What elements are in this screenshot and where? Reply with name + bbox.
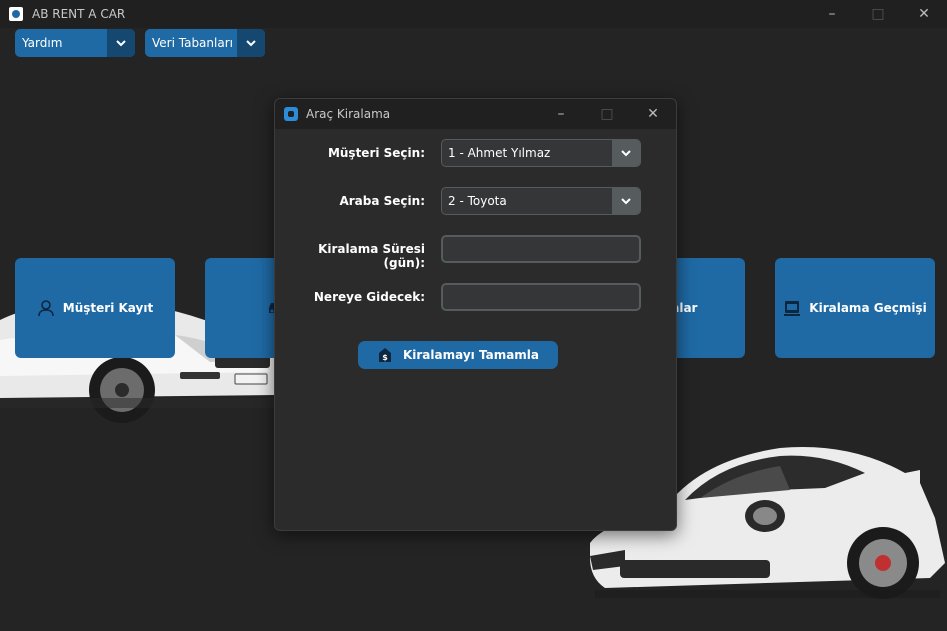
dialog-controls: – □ ✕: [538, 99, 676, 129]
customer-select[interactable]: 1 - Ahmet Yılmaz: [441, 139, 641, 167]
rental-history-label: Kiralama Geçmişi: [809, 301, 927, 315]
car-rental-dialog: Araç Kiralama – □ ✕ Müşteri Seçin: 1 - A…: [274, 98, 677, 531]
database-menu-label: Veri Tabanları: [152, 36, 233, 50]
complete-rental-label: Kiralamayı Tamamla: [402, 348, 540, 362]
svg-text:$: $: [382, 353, 388, 362]
customer-select-label: Müşteri Seçin:: [327, 146, 425, 160]
app-icon: [9, 7, 23, 21]
dialog-title: Araç Kiralama: [306, 107, 391, 121]
database-menu-dropdown[interactable]: Veri Tabanları: [145, 29, 265, 57]
customer-select-value: 1 - Ahmet Yılmaz: [448, 146, 551, 160]
car-select[interactable]: 2 - Toyota: [441, 187, 641, 215]
minimize-icon[interactable]: –: [538, 99, 584, 129]
car-select-value: 2 - Toyota: [448, 194, 507, 208]
window-titlebar: AB RENT A CAR – □ ✕: [0, 0, 947, 28]
chevron-down-icon[interactable]: [237, 29, 265, 57]
maximize-icon[interactable]: □: [584, 99, 630, 129]
duration-input[interactable]: [441, 235, 641, 263]
dialog-titlebar: Araç Kiralama – □ ✕: [275, 99, 676, 129]
history-icon: [784, 301, 801, 316]
car-select-label: Araba Seçin:: [339, 194, 425, 208]
destination-input[interactable]: [441, 283, 641, 311]
maximize-icon[interactable]: □: [855, 0, 901, 28]
complete-rental-button[interactable]: $ Kiralamayı Tamamla: [358, 341, 558, 369]
chevron-down-icon[interactable]: [612, 140, 640, 166]
close-icon[interactable]: ✕: [630, 99, 676, 129]
customer-register-button[interactable]: Müşteri Kayıt: [15, 258, 175, 358]
rental-history-button[interactable]: Kiralama Geçmişi: [775, 258, 935, 358]
money-bag-icon: $: [378, 348, 391, 362]
window-controls: – □ ✕: [809, 0, 947, 28]
help-menu-label: Yardım: [22, 36, 63, 50]
chevron-down-icon[interactable]: [107, 29, 135, 57]
window-title: AB RENT A CAR: [32, 7, 126, 21]
close-icon[interactable]: ✕: [901, 0, 947, 28]
destination-label: Nereye Gidecek:: [313, 290, 425, 304]
help-menu-dropdown[interactable]: Yardım: [15, 29, 135, 57]
dialog-app-icon: [284, 107, 298, 121]
user-icon: [37, 300, 54, 317]
duration-label: Kiralama Süresi (gün):: [318, 242, 425, 270]
customer-register-label: Müşteri Kayıt: [62, 301, 154, 315]
chevron-down-icon[interactable]: [612, 188, 640, 214]
minimize-icon[interactable]: –: [809, 0, 855, 28]
